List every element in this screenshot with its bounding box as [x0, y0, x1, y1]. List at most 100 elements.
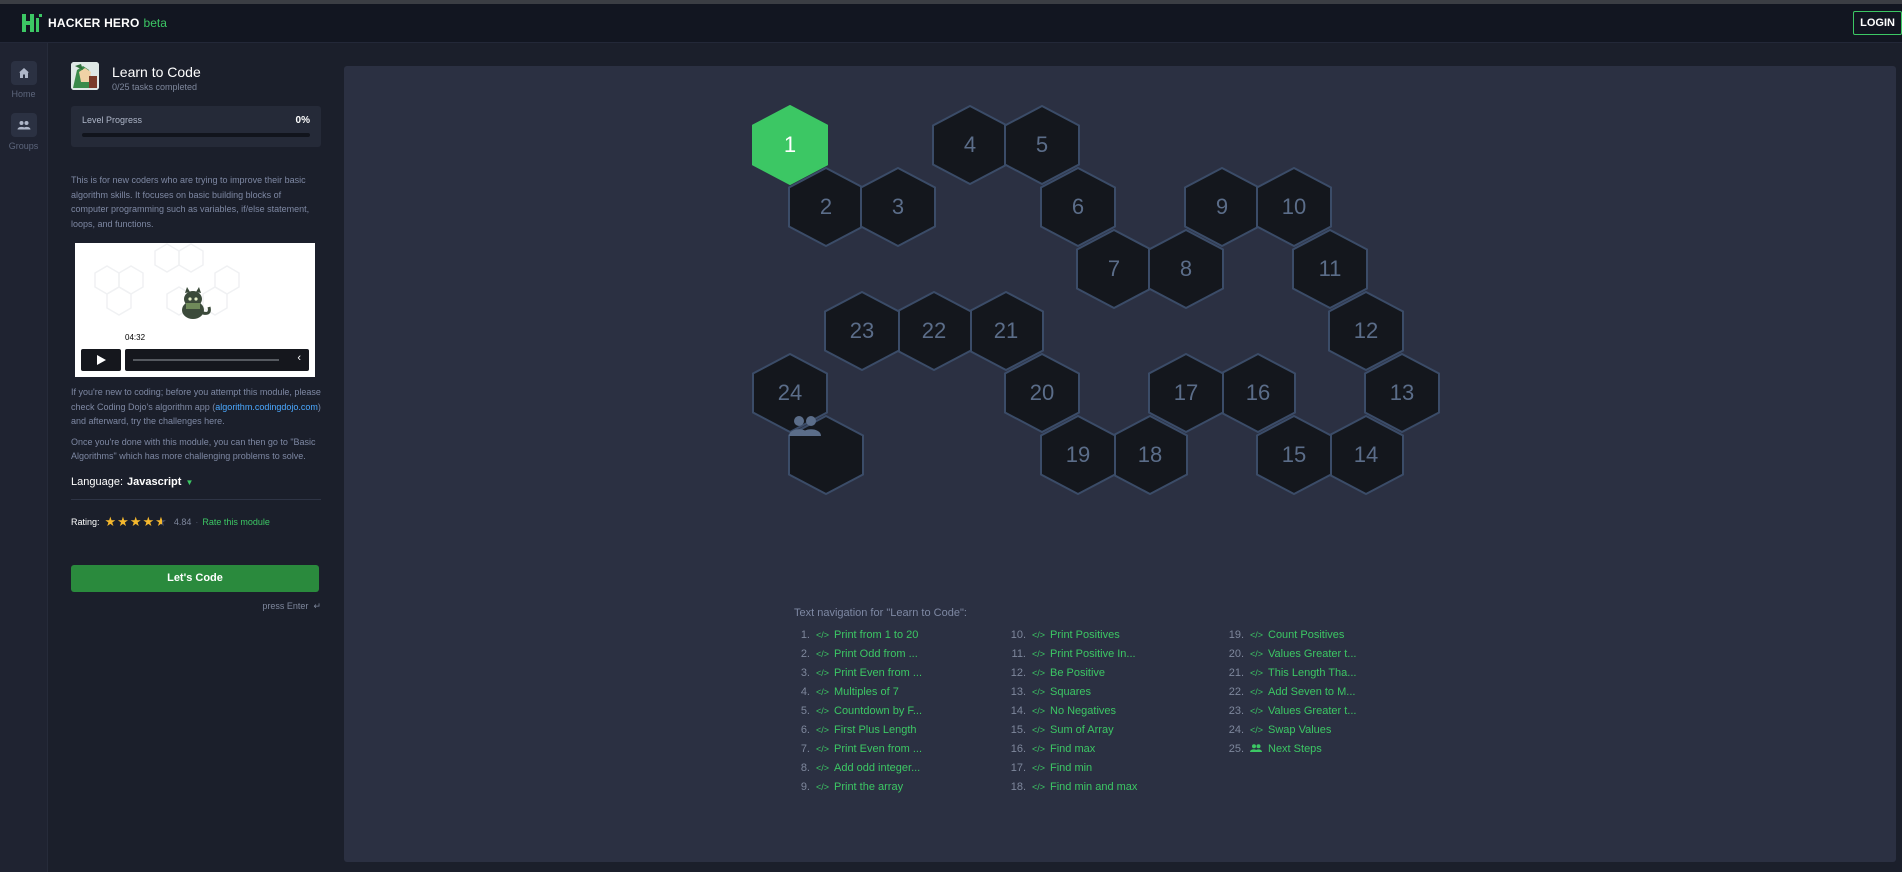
hex-task-7[interactable]: 7 [1076, 229, 1152, 309]
text-nav-item[interactable]: 21. </> This Length Tha... [1228, 663, 1438, 682]
text-nav-item[interactable]: 23. </> Values Greater t... [1228, 701, 1438, 720]
text-nav-label[interactable]: Count Positives [1268, 629, 1344, 641]
text-nav-number: 16. [1010, 742, 1026, 755]
hex-label: 3 [891, 194, 905, 219]
hex-label: 18 [1137, 442, 1163, 467]
text-nav-item[interactable]: 8. </> Add odd integer... [794, 758, 1004, 777]
hex-task-2[interactable]: 2 [788, 167, 864, 247]
text-nav-item[interactable]: 1. </> Print from 1 to 20 [794, 625, 1004, 644]
text-navigation: Text navigation for "Learn to Code": 1. <… [794, 607, 1356, 793]
hex-task-3[interactable]: 3 [860, 167, 936, 247]
module-avatar [71, 62, 99, 90]
text-nav-label[interactable]: Countdown by F... [834, 705, 922, 717]
text-nav-label[interactable]: Next Steps [1268, 743, 1322, 755]
text-nav-item[interactable]: 7. </> Print Even from ... [794, 739, 1004, 758]
text-nav-item[interactable]: 10. </> Print Positives [1010, 625, 1220, 644]
play-button[interactable] [81, 349, 121, 371]
coding-dojo-note: If you're new to coding; before you atte… [71, 385, 321, 429]
text-nav-item[interactable]: 20. </> Values Greater t... [1228, 644, 1438, 663]
hex-task-14[interactable]: 14 [1328, 415, 1404, 495]
video-timeline[interactable] [133, 359, 279, 361]
text-nav-label[interactable]: Multiples of 7 [834, 686, 899, 698]
code-icon: </> [816, 743, 830, 754]
text-nav-number: 24. [1228, 723, 1244, 736]
text-nav-item[interactable]: 18. </> Find min and max [1010, 777, 1220, 796]
press-enter-text: press Enter [262, 600, 309, 611]
video-controls: 04:32 ‹ [81, 333, 309, 371]
text-nav-label[interactable]: Values Greater t... [1268, 705, 1356, 717]
text-nav-label[interactable]: Values Greater t... [1268, 648, 1356, 660]
text-nav-label[interactable]: Print Even from ... [834, 667, 922, 679]
text-nav-number: 5. [800, 704, 810, 717]
text-nav-label[interactable]: No Negatives [1050, 705, 1116, 717]
hex-task-22[interactable]: 22 [896, 291, 972, 371]
text-nav-item[interactable]: 6. </> First Plus Length [794, 720, 1004, 739]
text-nav-label[interactable]: Swap Values [1268, 724, 1331, 736]
hex-task-9[interactable]: 9 [1184, 167, 1260, 247]
video-scrubber[interactable]: 04:32 ‹ [123, 333, 309, 371]
text-nav-label[interactable]: Find min [1050, 762, 1092, 774]
text-nav-label[interactable]: Print Even from ... [834, 743, 922, 755]
text-nav-label[interactable]: Squares [1050, 686, 1091, 698]
hex-label: 14 [1353, 442, 1379, 467]
brand[interactable]: HACKER HERO beta [22, 14, 167, 32]
text-nav-item[interactable]: 5. </> Countdown by F... [794, 701, 1004, 720]
text-nav-item[interactable]: 22. </> Add Seven to M... [1228, 682, 1438, 701]
text-nav-item[interactable]: 13. </> Squares [1010, 682, 1220, 701]
collapse-controls-icon[interactable]: ‹ [297, 352, 301, 364]
text-nav-item[interactable]: 16. </> Find max [1010, 739, 1220, 758]
text-nav-item[interactable]: 4. </> Multiples of 7 [794, 682, 1004, 701]
text-nav-label[interactable]: Print the array [834, 781, 903, 793]
code-icon: </> [1032, 743, 1046, 754]
text-nav-number: 21. [1228, 666, 1244, 679]
login-button[interactable]: LOGIN [1853, 11, 1902, 35]
code-icon: </> [816, 724, 830, 735]
text-nav-number: 22. [1228, 685, 1244, 698]
nav-item-groups[interactable]: Groups [0, 113, 47, 151]
hex-task-16[interactable]: 16 [1220, 353, 1296, 433]
text-nav-item[interactable]: 19. </> Count Positives [1228, 625, 1438, 644]
text-nav-item[interactable]: 2. </> Print Odd from ... [794, 644, 1004, 663]
code-icon: </> [1032, 667, 1046, 678]
text-nav-item[interactable]: 14. </> No Negatives [1010, 701, 1220, 720]
intro-video[interactable]: 04:32 ‹ [75, 243, 315, 377]
text-nav-item[interactable]: 15. </> Sum of Array [1010, 720, 1220, 739]
text-nav-label[interactable]: Add Seven to M... [1268, 686, 1355, 698]
text-nav-label[interactable]: Print Positive In... [1050, 648, 1136, 660]
text-nav-label[interactable]: Find max [1050, 743, 1095, 755]
hex-task-4[interactable]: 4 [932, 105, 1008, 185]
lets-code-button[interactable]: Let's Code [71, 564, 319, 592]
code-icon: </> [1032, 781, 1046, 792]
text-nav-label[interactable]: Print Odd from ... [834, 648, 918, 660]
coding-dojo-link[interactable]: algorithm.codingdojo.com [215, 402, 318, 412]
text-nav-number: 8. [800, 761, 810, 774]
language-selector[interactable]: Language: Javascript ▼ [71, 476, 321, 488]
text-navigation-title: Text navigation for "Learn to Code": [794, 607, 967, 619]
hex-next-steps[interactable] [788, 415, 864, 495]
text-nav-item[interactable]: 17. </> Find min [1010, 758, 1220, 777]
nav-item-home[interactable]: Home [0, 61, 47, 99]
text-nav-label[interactable]: Add odd integer... [834, 762, 920, 774]
module-header: Learn to Code 0/25 tasks completed [71, 62, 321, 92]
text-nav-number: 3. [800, 666, 810, 679]
text-nav-label[interactable]: Be Positive [1050, 667, 1105, 679]
text-nav-item[interactable]: 9. </> Print the array [794, 777, 1004, 796]
text-nav-label[interactable]: This Length Tha... [1268, 667, 1356, 679]
text-nav-label[interactable]: Find min and max [1050, 781, 1137, 793]
text-nav-item[interactable]: 25. Next Steps [1228, 739, 1438, 758]
hex-task-23[interactable]: 23 [824, 291, 900, 371]
text-nav-label[interactable]: Print Positives [1050, 629, 1120, 641]
text-nav-item[interactable]: 24. </> Swap Values [1228, 720, 1438, 739]
text-nav-label[interactable]: Sum of Array [1050, 724, 1114, 736]
text-nav-label[interactable]: Print from 1 to 20 [834, 629, 918, 641]
hex-label: 7 [1107, 256, 1121, 281]
hex-task-18[interactable]: 18 [1112, 415, 1188, 495]
rate-module-link[interactable]: Rate this module [202, 517, 270, 527]
text-nav-label[interactable]: First Plus Length [834, 724, 917, 736]
text-nav-column-2: 10. </> Print Positives 11. </> Print Positiv… [1010, 625, 1220, 796]
hex-task-21[interactable]: 21 [968, 291, 1044, 371]
text-nav-item[interactable]: 12. </> Be Positive [1010, 663, 1220, 682]
text-nav-number: 17. [1010, 761, 1026, 774]
text-nav-item[interactable]: 3. </> Print Even from ... [794, 663, 1004, 682]
text-nav-item[interactable]: 11. </> Print Positive In... [1010, 644, 1220, 663]
